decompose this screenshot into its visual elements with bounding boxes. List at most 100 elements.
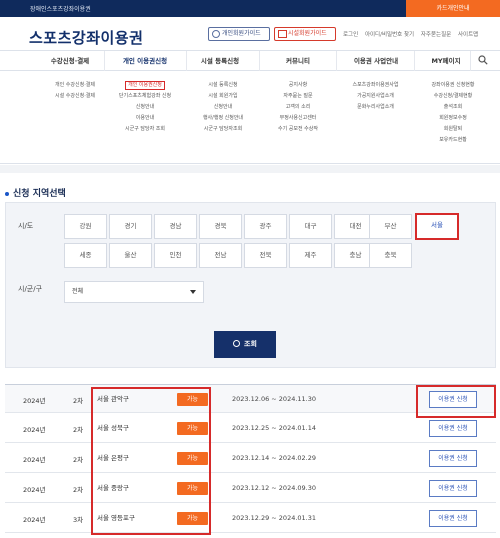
find-account-link[interactable]: 아이디/비밀번호 찾기 <box>365 32 414 38</box>
region-jeju[interactable]: 제주 <box>289 243 332 268</box>
chevron-down-icon <box>190 290 196 294</box>
table-row: 2024년 3차 서울 영등포구 가능 2023.12.29 ~ 2024.01… <box>5 504 496 533</box>
login-link[interactable]: 로그인 <box>343 32 358 38</box>
region-jeonnam[interactable]: 전남 <box>199 243 242 268</box>
menu-contest[interactable]: 수기 공모전 수상작 <box>258 124 338 135</box>
region-incheon[interactable]: 인천 <box>154 243 197 268</box>
top-strip-label: 장애인스포츠강좌이용권 <box>30 6 91 13</box>
menu-facility-register[interactable]: 시설 등록신청 <box>183 80 263 91</box>
status-badge: 가능 <box>177 512 208 525</box>
nav-course-payment[interactable]: 수강신청·결제 <box>30 51 110 71</box>
nav-personal-voucher[interactable]: 개인 이용권신청 <box>105 51 185 71</box>
menu-personal-course[interactable]: 개인 수강신청·결제 <box>40 80 110 91</box>
region-ulsan[interactable]: 울산 <box>109 243 152 268</box>
menu-event-guide[interactable]: 행사/행정 신청안내 <box>183 113 263 124</box>
menu-apply-guide[interactable]: 신청안내 <box>105 102 185 113</box>
member-guide-button[interactable]: 개인회원가이드 <box>208 27 270 41</box>
row-area: 서울 영등포구 <box>97 514 135 522</box>
row-year: 2024년 <box>23 486 46 494</box>
search-icon[interactable] <box>478 55 488 65</box>
status-badge: 가능 <box>177 482 208 495</box>
nav-facility-register[interactable]: 시설 등록신청 <box>180 51 260 71</box>
row-year: 2024년 <box>23 397 46 405</box>
section-divider <box>0 165 500 173</box>
menu-facility-officer[interactable]: 시군구 담당자조회 <box>183 124 263 135</box>
site-logo[interactable]: 스포츠강좌이용권 <box>29 27 143 48</box>
card-guide-button[interactable]: 카드개인안내 <box>406 0 500 17</box>
nav-mypage[interactable]: MY페이지 <box>406 51 486 71</box>
region-gyeongnam[interactable]: 경남 <box>154 214 197 239</box>
region-seoul[interactable]: 서울 <box>415 213 459 240</box>
nav-community[interactable]: 커뮤니티 <box>258 51 338 71</box>
menu-usage-guide[interactable]: 이용안내 <box>105 113 185 124</box>
nav-business-info[interactable]: 이용권 사업안내 <box>336 51 416 71</box>
bullet-icon <box>5 191 9 196</box>
mega-col-community: 공지사항 자주묻는 질문 고객의 소리 부정사용신고센터 수기 공모전 수상작 <box>258 80 338 135</box>
menu-payment-status[interactable]: 수강신청/결제현황 <box>413 91 493 102</box>
sido-label: 시/도 <box>18 222 34 230</box>
row-period: 2023.12.06 ~ 2024.11.30 <box>232 395 317 403</box>
menu-facility-guide[interactable]: 신청안내 <box>183 102 263 113</box>
row-period: 2023.12.14 ~ 2024.02.29 <box>232 454 317 462</box>
menu-attendance[interactable]: 출석조회 <box>413 102 493 113</box>
row-round: 3차 <box>73 516 84 524</box>
facility-guide-label: 시설회원가이드 <box>288 30 327 37</box>
region-gyeonggi[interactable]: 경기 <box>109 214 152 239</box>
menu-notice[interactable]: 공지사항 <box>258 80 338 91</box>
menu-report-center[interactable]: 부정사용신고센터 <box>258 113 338 124</box>
region-gangwon[interactable]: 강원 <box>64 214 107 239</box>
apply-voucher-button[interactable]: 이용권 신청 <box>429 480 477 497</box>
row-area: 서울 관악구 <box>97 395 129 403</box>
menu-card-status[interactable]: 보유카드현황 <box>413 135 493 146</box>
mega-col-facility: 시설 등록신청 시설 회원가입 신청안내 행사/행정 신청안내 시군구 담당자조… <box>183 80 263 135</box>
row-area: 서울 성북구 <box>97 424 129 432</box>
mega-col-business: 스포츠강좌이용권사업 가공지원사업소개 문화누리사업소개 <box>333 80 418 113</box>
mega-col-course: 개인 수강신청·결제 시설 수강신청·결제 <box>40 80 110 102</box>
member-guide-label: 개인회원가이드 <box>222 30 261 37</box>
apply-voucher-button[interactable]: 이용권 신청 <box>429 391 477 408</box>
region-panel: 시/도 강원 경기 경남 경북 광주 대구 대전 부산 서울 세종 울산 인천 … <box>5 202 496 368</box>
sigungu-selected-value: 전체 <box>72 288 84 295</box>
menu-voice[interactable]: 고객의 소리 <box>258 102 338 113</box>
row-area: 서울 은평구 <box>97 454 129 462</box>
table-row: 2024년 2차 서울 관악구 가능 2023.12.06 ~ 2024.11.… <box>5 384 496 413</box>
faq-link[interactable]: 자주묻는질문 <box>421 32 451 38</box>
menu-short-experience[interactable]: 단기스포츠체험강좌 신청 <box>105 91 185 102</box>
sigungu-select[interactable]: 전체 <box>64 281 204 303</box>
region-gwangju[interactable]: 광주 <box>244 214 287 239</box>
apply-voucher-button[interactable]: 이용권 신청 <box>429 420 477 437</box>
region-sejong[interactable]: 세종 <box>64 243 107 268</box>
apply-voucher-button[interactable]: 이용권 신청 <box>429 450 477 467</box>
menu-culture-intro[interactable]: 문화누리사업소개 <box>333 102 418 113</box>
region-chungbuk[interactable]: 충북 <box>369 243 412 268</box>
menu-voucher-status[interactable]: 강좌이용권 신청현황 <box>413 80 493 91</box>
menu-facility-join[interactable]: 시설 회원가입 <box>183 91 263 102</box>
menu-withdraw[interactable]: 회원탈퇴 <box>413 124 493 135</box>
region-title-text: 신청 지역선택 <box>13 189 66 199</box>
table-row: 2024년 2차 서울 성북구 가능 2023.12.25 ~ 2024.01.… <box>5 414 496 443</box>
menu-facility-course[interactable]: 시설 수강신청·결제 <box>40 91 110 102</box>
row-period: 2023.12.12 ~ 2024.09.30 <box>232 484 317 492</box>
building-icon <box>278 30 287 38</box>
row-area: 서울 중랑구 <box>97 484 129 492</box>
menu-faq[interactable]: 자주묻는 질문 <box>258 91 338 102</box>
status-badge: 가능 <box>177 422 208 435</box>
magnifier-icon <box>233 340 241 347</box>
sitemap-link[interactable]: 사이트맵 <box>458 32 478 38</box>
menu-support-intro[interactable]: 가공지원사업소개 <box>333 91 418 102</box>
apply-voucher-button[interactable]: 이용권 신청 <box>429 510 477 527</box>
top-strip: 장애인스포츠강좌이용권 카드개인안내 <box>0 0 500 17</box>
region-busan[interactable]: 부산 <box>369 214 412 239</box>
menu-edit-profile[interactable]: 회원정보수정 <box>413 113 493 124</box>
menu-officer-lookup[interactable]: 시군구 담당자 조회 <box>105 124 185 135</box>
search-button[interactable]: 조회 <box>214 331 276 358</box>
region-daegu[interactable]: 대구 <box>289 214 332 239</box>
mega-col-voucher: 개인 이용권신청 단기스포츠체험강좌 신청 신청안내 이용안내 시군구 담당자 … <box>105 80 185 135</box>
region-jeonbuk[interactable]: 전북 <box>244 243 287 268</box>
search-button-label: 조회 <box>244 340 257 348</box>
menu-personal-voucher-apply[interactable]: 개인 이용권신청 <box>125 81 165 90</box>
menu-sports-voucher[interactable]: 스포츠강좌이용권사업 <box>333 80 418 91</box>
row-year: 2024년 <box>23 426 46 434</box>
region-gyeongbuk[interactable]: 경북 <box>199 214 242 239</box>
facility-guide-button[interactable]: 시설회원가이드 <box>274 27 336 41</box>
